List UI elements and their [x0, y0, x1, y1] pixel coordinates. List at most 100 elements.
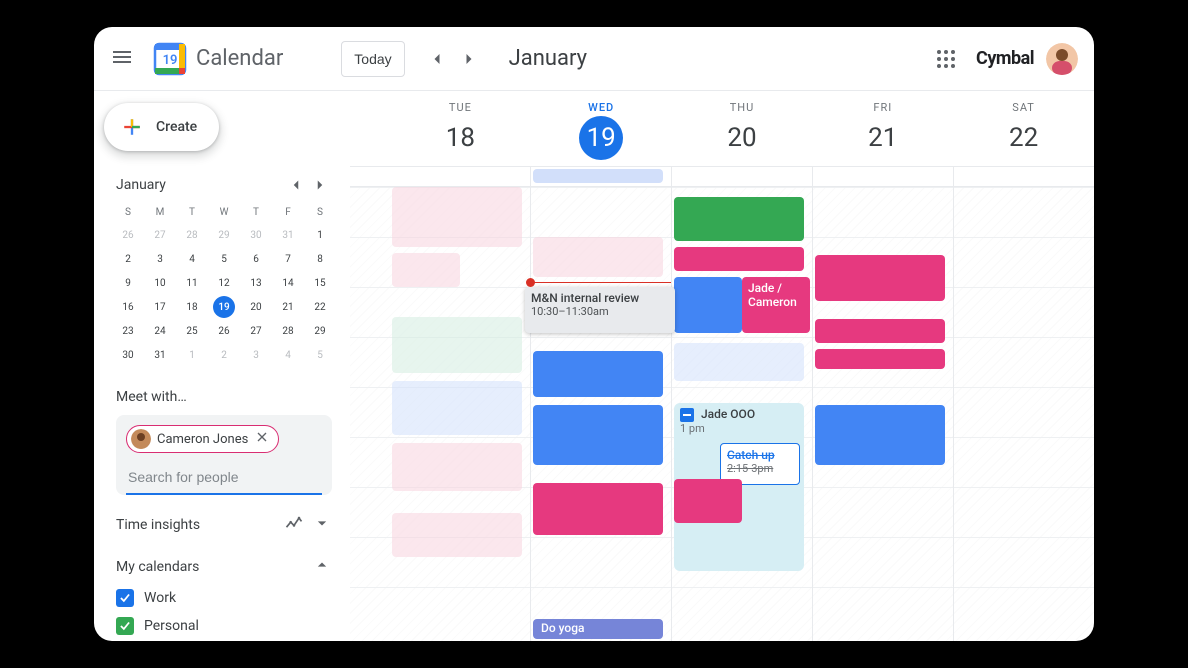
event-block[interactable]	[674, 277, 742, 333]
mini-cal-day[interactable]: 22	[306, 295, 334, 319]
day-column-tue[interactable]	[390, 187, 530, 641]
hamburger-menu-icon[interactable]	[110, 45, 134, 73]
google-apps-icon[interactable]	[934, 47, 958, 71]
day-column-thu[interactable]: Jade / Cameron Jade OOO 1 pm Catch up 2:…	[671, 187, 812, 641]
my-calendars-collapse-icon[interactable]	[312, 555, 332, 579]
time-insights-icon[interactable]	[276, 513, 304, 537]
mini-cal-day[interactable]: 2	[210, 343, 238, 367]
mini-cal-day[interactable]: 30	[114, 343, 142, 367]
allday-slot[interactable]	[671, 167, 812, 186]
event-doyoga[interactable]: Do yoga	[533, 619, 663, 639]
event-block[interactable]	[533, 483, 663, 535]
day-header-wed[interactable]: WED19	[531, 91, 672, 166]
account-avatar[interactable]	[1046, 43, 1078, 75]
mini-cal-day[interactable]: 24	[146, 319, 174, 343]
mini-cal-day[interactable]: 17	[146, 295, 174, 319]
mini-cal-day[interactable]: 25	[178, 319, 206, 343]
mini-cal-day[interactable]: 31	[146, 343, 174, 367]
mini-cal-day[interactable]: 10	[146, 271, 174, 295]
calendar-checkbox[interactable]	[116, 589, 134, 607]
allday-slot[interactable]	[953, 167, 1094, 186]
mini-cal-day[interactable]: 29	[210, 223, 238, 247]
mini-cal-day[interactable]: 19	[213, 296, 235, 318]
day-header-thu[interactable]: THU20	[672, 91, 813, 166]
day-column-sat[interactable]	[953, 187, 1094, 641]
day-column-wed[interactable]: M&N internal review 10:30–11:30am Do yog…	[530, 187, 671, 641]
mini-cal-day[interactable]: 28	[274, 319, 302, 343]
event-block[interactable]	[392, 443, 522, 491]
mini-cal-prev[interactable]	[284, 173, 308, 197]
mini-cal-day[interactable]: 12	[210, 271, 238, 295]
mini-cal-day[interactable]: 18	[178, 295, 206, 319]
calendar-item[interactable]: Work	[116, 589, 350, 607]
day-header-sat[interactable]: SAT22	[953, 91, 1094, 166]
ooo-icon	[680, 408, 694, 422]
time-insights-expand-icon[interactable]	[304, 513, 332, 537]
mini-cal-day[interactable]: 5	[210, 247, 238, 271]
mini-cal-day[interactable]: 26	[210, 319, 238, 343]
mini-cal-day[interactable]: 31	[274, 223, 302, 247]
mini-cal-day[interactable]: 29	[306, 319, 334, 343]
day-header-fri[interactable]: FRI21	[812, 91, 953, 166]
event-block[interactable]	[392, 253, 460, 287]
mini-cal-day[interactable]: 1	[178, 343, 206, 367]
event-block[interactable]	[674, 343, 804, 381]
calendar-checkbox[interactable]	[116, 617, 134, 635]
event-block[interactable]	[392, 187, 522, 247]
event-block[interactable]	[815, 349, 945, 369]
next-week-button[interactable]	[453, 43, 485, 75]
mini-cal-day[interactable]: 15	[306, 271, 334, 295]
mini-cal-day[interactable]: 3	[146, 247, 174, 271]
create-button[interactable]: Create	[104, 103, 219, 151]
mini-cal-day[interactable]: 9	[114, 271, 142, 295]
event-block[interactable]	[815, 255, 945, 301]
event-jade-cameron[interactable]: Jade / Cameron	[742, 277, 810, 333]
event-popover[interactable]: M&N internal review 10:30–11:30am	[525, 287, 675, 333]
event-block[interactable]	[674, 197, 804, 241]
mini-cal-day[interactable]: 5	[306, 343, 334, 367]
event-block[interactable]	[392, 513, 522, 557]
today-button[interactable]: Today	[341, 41, 404, 77]
mini-cal-day[interactable]: 30	[242, 223, 270, 247]
event-block[interactable]	[815, 405, 945, 465]
event-block[interactable]	[533, 405, 663, 465]
event-block[interactable]	[815, 319, 945, 343]
mini-cal-day[interactable]: 13	[242, 271, 270, 295]
allday-slot[interactable]	[530, 167, 671, 186]
mini-cal-day[interactable]: 8	[306, 247, 334, 271]
chip-remove-icon[interactable]	[254, 429, 270, 449]
allday-slot[interactable]	[812, 167, 953, 186]
mini-cal-day[interactable]: 28	[178, 223, 206, 247]
mini-cal-day[interactable]: 2	[114, 247, 142, 271]
allday-slot[interactable]	[390, 167, 530, 186]
mini-cal-day[interactable]: 23	[114, 319, 142, 343]
mini-cal-day[interactable]: 26	[114, 223, 142, 247]
mini-cal-day[interactable]: 4	[178, 247, 206, 271]
mini-cal-day[interactable]: 27	[146, 223, 174, 247]
search-people-input[interactable]	[126, 461, 322, 495]
day-header-tue[interactable]: TUE18	[390, 91, 531, 166]
allday-event[interactable]	[533, 169, 663, 183]
event-block[interactable]	[392, 381, 522, 435]
mini-cal-day[interactable]: 16	[114, 295, 142, 319]
mini-cal-day[interactable]: 1	[306, 223, 334, 247]
event-block[interactable]	[533, 237, 663, 277]
event-block[interactable]	[533, 351, 663, 397]
mini-cal-day[interactable]: 14	[274, 271, 302, 295]
event-block[interactable]	[674, 479, 742, 523]
prev-week-button[interactable]	[421, 43, 453, 75]
mini-cal-day[interactable]: 6	[242, 247, 270, 271]
mini-cal-day[interactable]: 27	[242, 319, 270, 343]
mini-cal-day[interactable]: 20	[242, 295, 270, 319]
calendar-item[interactable]: Personal	[116, 617, 350, 635]
event-block[interactable]	[674, 247, 804, 271]
day-column-fri[interactable]	[812, 187, 953, 641]
mini-cal-day[interactable]: 11	[178, 271, 206, 295]
mini-cal-day[interactable]: 21	[274, 295, 302, 319]
mini-cal-day[interactable]: 3	[242, 343, 270, 367]
event-block[interactable]	[392, 317, 522, 373]
mini-cal-day[interactable]: 7	[274, 247, 302, 271]
person-chip[interactable]: Cameron Jones	[126, 425, 279, 453]
mini-cal-next[interactable]	[308, 173, 332, 197]
mini-cal-day[interactable]: 4	[274, 343, 302, 367]
